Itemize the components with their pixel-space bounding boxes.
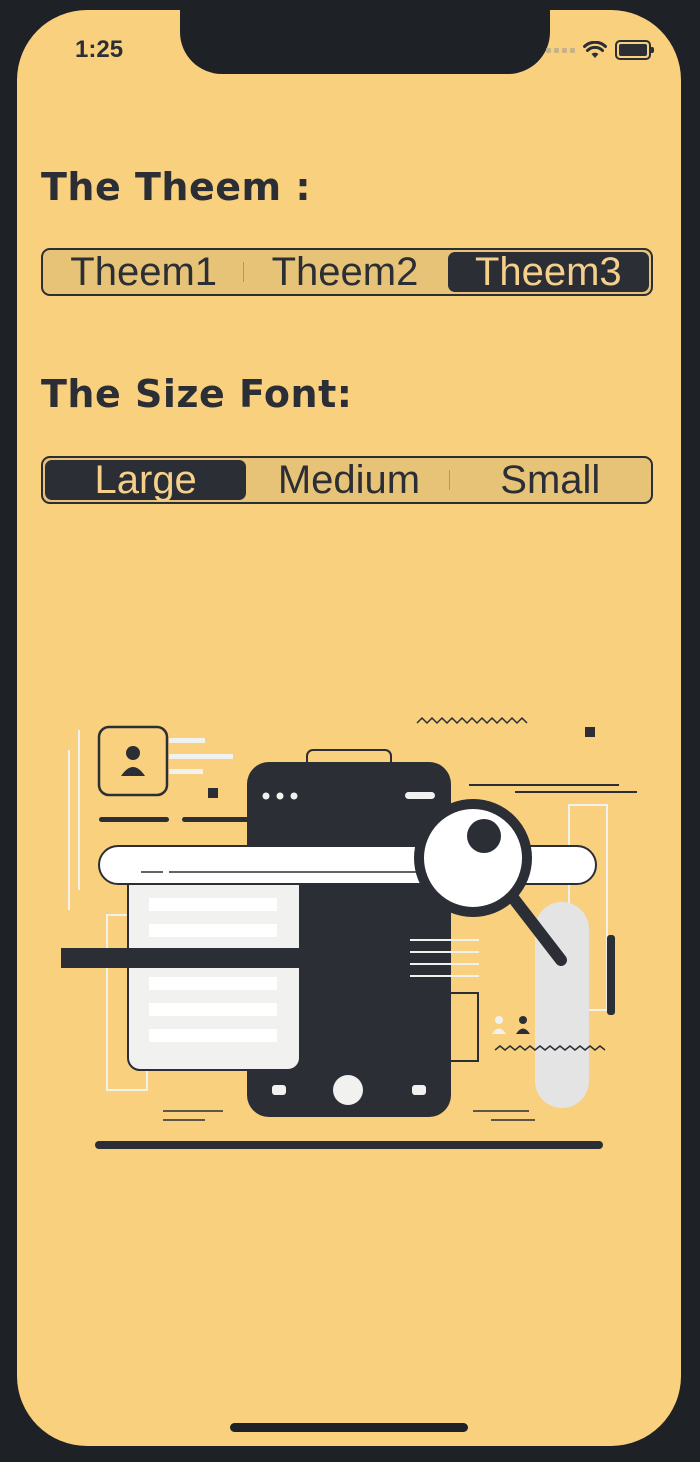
device-frame: 1:25 The Theem : Theem1 Theem2 Theem3 Th… [0,0,700,1462]
profile-card [97,725,169,797]
app-screen: 1:25 The Theem : Theem1 Theem2 Theem3 Th… [17,10,681,1446]
search-app-illustration [61,716,637,1149]
home-indicator[interactable] [230,1423,468,1432]
